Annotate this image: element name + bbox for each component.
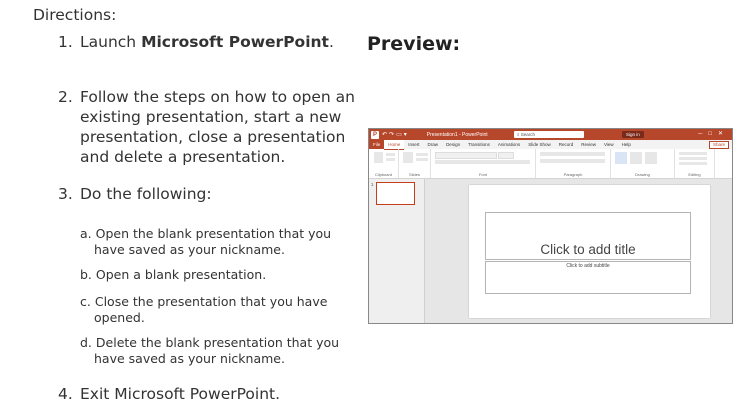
sign-in-button[interactable]: Sign in: [622, 131, 644, 138]
cut-icon[interactable]: [386, 153, 395, 156]
directions-label: Directions:: [33, 6, 117, 24]
tab-design[interactable]: Design: [442, 140, 464, 149]
group-clipboard: Clipboard: [369, 149, 399, 178]
copy-icon[interactable]: [386, 158, 395, 161]
tab-view[interactable]: View: [600, 140, 618, 149]
app-name-bold: Microsoft PowerPoint: [141, 33, 329, 51]
search-box[interactable]: ⌕ Search: [514, 131, 584, 138]
replace-button[interactable]: [679, 157, 707, 160]
tab-insert[interactable]: Insert: [404, 140, 423, 149]
reset-icon[interactable]: [416, 158, 428, 161]
maximize-icon[interactable]: □: [708, 131, 718, 137]
substep-a: a. Open the blank presentation that you …: [80, 226, 332, 257]
group-font: Font: [431, 149, 536, 178]
group-paragraph: Paragraph: [536, 149, 611, 178]
shapes-icon[interactable]: [615, 152, 627, 164]
arrange-icon[interactable]: [630, 152, 642, 164]
group-drawing: Drawing: [611, 149, 675, 178]
minimize-icon[interactable]: ─: [698, 131, 708, 137]
find-button[interactable]: [679, 152, 707, 155]
tab-transitions[interactable]: Transitions: [464, 140, 494, 149]
group-slides: Slides: [399, 149, 431, 178]
slide-thumbnail-pane: 1: [369, 179, 425, 323]
tab-slide-show[interactable]: Slide Show: [524, 140, 555, 149]
tab-draw[interactable]: Draw: [424, 140, 443, 149]
close-icon[interactable]: ✕: [718, 131, 729, 137]
substep-c: c. Close the presentation that you have …: [80, 294, 328, 325]
paste-icon[interactable]: [374, 152, 383, 163]
subtitle-placeholder[interactable]: Click to add subtitle: [485, 261, 691, 294]
ribbon-tabs: File Home Insert Draw Design Transitions…: [369, 139, 732, 150]
font-name-select[interactable]: [435, 152, 497, 159]
step-3: 3. Do the following:: [58, 185, 212, 203]
step-1: 1. Launch Microsoft PowerPoint.: [58, 33, 334, 51]
document-title: Presentation1 - PowerPoint: [426, 131, 488, 138]
share-button[interactable]: Share: [708, 141, 729, 149]
powerpoint-window: P ↶ ↷ ▭ ▾ Presentation1 - PowerPoint ⌕ S…: [368, 128, 733, 324]
slide-number: 1: [371, 182, 374, 187]
group-editing: Editing: [675, 149, 715, 178]
powerpoint-logo-icon: P: [371, 130, 379, 139]
new-slide-icon[interactable]: [403, 152, 413, 163]
substep-b: b. Open a blank presentation.: [80, 267, 267, 282]
list-buttons[interactable]: [540, 152, 605, 156]
layout-icon[interactable]: [416, 153, 428, 156]
tab-review[interactable]: Review: [577, 140, 600, 149]
font-size-select[interactable]: [498, 152, 514, 159]
substep-d: d. Delete the blank presentation that yo…: [80, 335, 340, 366]
tab-record[interactable]: Record: [555, 140, 578, 149]
redo-icon[interactable]: ↷: [389, 131, 394, 138]
title-bar: P ↶ ↷ ▭ ▾ Presentation1 - PowerPoint ⌕ S…: [369, 129, 732, 140]
step-4: 4. Exit Microsoft PowerPoint.: [58, 385, 281, 403]
tab-help[interactable]: Help: [618, 140, 635, 149]
font-format-buttons[interactable]: [435, 160, 530, 164]
step-2: 2. Follow the steps on how to open an exi…: [58, 88, 356, 166]
ribbon: Clipboard Slides Font Paragraph Drawing: [369, 149, 732, 179]
undo-icon[interactable]: ↶: [382, 131, 387, 138]
preview-label: Preview:: [367, 33, 461, 55]
customize-toolbar-icon[interactable]: ▾: [404, 131, 407, 138]
tab-animations[interactable]: Animations: [494, 140, 524, 149]
align-buttons[interactable]: [540, 159, 605, 163]
present-icon[interactable]: ▭: [396, 131, 402, 138]
quick-styles-icon[interactable]: [645, 152, 657, 164]
tab-file[interactable]: File: [369, 140, 385, 149]
slide-canvas: Click to add title Click to add subtitle: [469, 185, 710, 318]
tab-home[interactable]: Home: [384, 139, 405, 150]
window-controls[interactable]: ─□✕: [698, 130, 729, 137]
title-placeholder[interactable]: Click to add title: [485, 212, 691, 260]
slide-thumbnail[interactable]: [376, 182, 415, 205]
select-button[interactable]: [679, 162, 707, 165]
editor-area: 1 Click to add title Click to add subtit…: [369, 179, 732, 323]
